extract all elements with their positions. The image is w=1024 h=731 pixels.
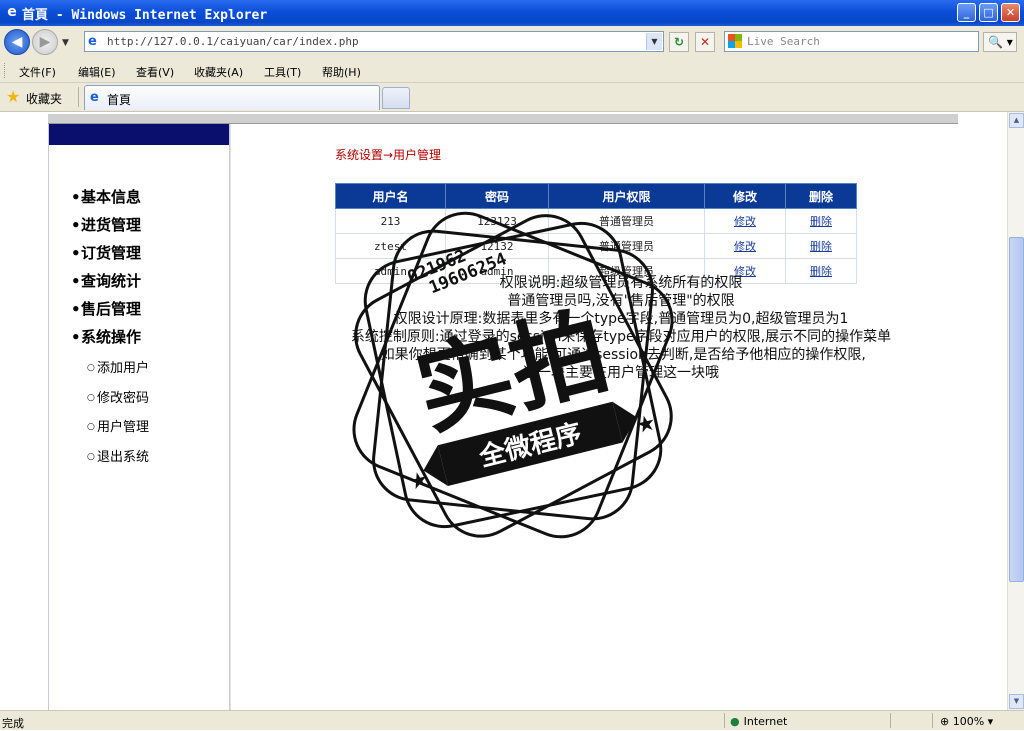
url-dropdown-icon[interactable]: ▼ <box>646 33 662 50</box>
edit-link[interactable]: 修改 <box>734 215 756 228</box>
menu-help[interactable]: 帮助(H) <box>322 64 361 80</box>
window-title: 首頁 - Windows Internet Explorer <box>22 8 268 23</box>
menu-bar: 文件(F) 编辑(E) 查看(V) 收藏夹(A) 工具(T) 帮助(H) <box>0 60 1024 83</box>
url-field[interactable]: e http://127.0.0.1/caiyuan/car/index.php… <box>84 31 664 52</box>
col-delete: 删除 <box>785 183 857 209</box>
note-line: 普通管理员吗,没有"售后管理"的权限 <box>507 293 735 309</box>
cell-username: 213 <box>335 208 446 234</box>
col-edit: 修改 <box>704 183 786 209</box>
menu-file[interactable]: 文件(F) <box>19 64 56 80</box>
menu-view[interactable]: 查看(V) <box>136 64 174 80</box>
permission-notes: 权限说明:超级管理员有系统所有的权限 普通管理员吗,没有"售后管理"的权限 权限… <box>271 274 971 382</box>
zoom-control[interactable]: ⊕ 100% ▾ <box>940 715 993 728</box>
security-zone: ● Internet <box>730 715 788 728</box>
sidebar-item-after-sales[interactable]: •售后管理 <box>71 298 141 319</box>
sidebar-item-purchasing[interactable]: •进货管理 <box>71 214 141 235</box>
vertical-scrollbar[interactable]: ▲ ▼ <box>1007 112 1024 710</box>
delete-link[interactable]: 删除 <box>810 215 832 228</box>
cell-password: 123123 <box>445 208 549 234</box>
stop-icon[interactable]: ✕ <box>695 32 715 52</box>
note-line: 权限设计原理:数据表里多有一个type字段,普通管理员为0,超级管理员为1 <box>393 311 849 327</box>
page-header-strip <box>48 114 958 124</box>
scroll-down-icon[interactable]: ▼ <box>1009 694 1024 709</box>
note-line: 权限说明:超级管理员有系统所有的权限 <box>499 275 743 291</box>
globe-icon: ● <box>730 715 740 728</box>
maximize-button[interactable]: □ <box>979 3 998 22</box>
zoom-icon: ⊕ <box>940 715 953 728</box>
search-placeholder: Live Search <box>747 35 820 48</box>
note-line: ,如果你想更精确到某个功能,可通过session去判断,是否给予他相应的操作权限… <box>376 347 866 363</box>
favorites-star-icon[interactable]: ★ <box>6 87 20 106</box>
url-text: http://127.0.0.1/caiyuan/car/index.php <box>107 35 359 48</box>
search-button[interactable]: 🔍 ▾ <box>983 32 1017 52</box>
sidebar: •基本信息 •进货管理 •订货管理 •查询统计 •售后管理 •系统操作 ○ 添加用… <box>48 124 230 710</box>
toolbar-grip[interactable] <box>4 63 8 78</box>
search-input[interactable]: Live Search <box>724 31 979 52</box>
title-bar: e 首頁 - Windows Internet Explorer _ □ ✕ <box>0 0 1024 26</box>
cell-role: 普通管理员 <box>548 233 705 259</box>
sidebar-item-basic-info[interactable]: •基本信息 <box>71 186 141 207</box>
menu-edit[interactable]: 编辑(E) <box>78 64 116 80</box>
breadcrumb: 系统设置→用户管理 <box>335 148 442 162</box>
favorites-button[interactable]: 收藏夹 <box>26 90 62 107</box>
col-password: 密码 <box>445 183 549 209</box>
menu-tools[interactable]: 工具(T) <box>264 64 301 80</box>
page-icon: e <box>88 34 97 49</box>
sidebar-header <box>49 124 229 145</box>
tab-home[interactable]: e 首頁 <box>84 85 380 110</box>
delete-link[interactable]: 删除 <box>810 240 832 253</box>
table-row: 213 123123 普通管理员 修改 删除 <box>335 208 857 234</box>
note-line: 系统控制原则:通过登录的session来保存type字段对应用户的权限,展示不同… <box>350 329 892 345</box>
scroll-up-icon[interactable]: ▲ <box>1009 113 1024 128</box>
sidebar-subitem-change-password[interactable]: ○ 修改密码 <box>87 387 149 406</box>
address-toolbar: ◀ ▶ ▼ e http://127.0.0.1/caiyuan/car/ind… <box>0 26 1024 61</box>
scroll-thumb[interactable] <box>1009 237 1024 582</box>
main-content: 系统设置→用户管理 用户名 密码 用户权限 修改 删除 213 123123 普… <box>230 124 1007 710</box>
sidebar-item-orders[interactable]: •订货管理 <box>71 242 141 263</box>
sidebar-subitem-user-management[interactable]: ○ 用户管理 <box>87 416 149 435</box>
tabs-bar: ★ 收藏夹 e 首頁 <box>0 83 1024 112</box>
minimize-button[interactable]: _ <box>957 3 976 22</box>
col-role: 用户权限 <box>548 183 705 209</box>
sidebar-item-system[interactable]: •系统操作 <box>71 326 141 347</box>
sidebar-subitem-logout[interactable]: ○ 退出系统 <box>87 446 149 465</box>
forward-button[interactable]: ▶ <box>32 29 58 55</box>
back-button[interactable]: ◀ <box>4 29 30 55</box>
page-viewport: •基本信息 •进货管理 •订货管理 •查询统计 •售后管理 •系统操作 ○ 添加用… <box>0 112 1007 710</box>
close-button[interactable]: ✕ <box>1001 3 1020 22</box>
note-line: 这一块主要在用户管理这一块哦 <box>523 365 719 381</box>
sidebar-item-statistics[interactable]: •查询统计 <box>71 270 141 291</box>
cell-username: ztest <box>335 233 446 259</box>
status-bar: 完成 ● Internet ⊕ 100% ▾ <box>0 710 1024 730</box>
sidebar-subitem-add-user[interactable]: ○ 添加用户 <box>87 357 149 376</box>
tab-label: 首頁 <box>107 93 132 107</box>
cell-role: 普通管理员 <box>548 208 705 234</box>
refresh-icon[interactable]: ↻ <box>669 32 689 52</box>
menu-favorites[interactable]: 收藏夹(A) <box>194 64 243 80</box>
page-icon: e <box>90 90 99 105</box>
table-row: ztest 12132 普通管理员 修改 删除 <box>335 233 857 259</box>
col-username: 用户名 <box>335 183 446 209</box>
history-dropdown-icon[interactable]: ▼ <box>62 38 69 48</box>
edit-link[interactable]: 修改 <box>734 240 756 253</box>
magnifier-icon: 🔍 <box>988 35 1003 49</box>
ie-logo-icon: e <box>7 4 17 20</box>
new-tab-button[interactable] <box>382 87 410 109</box>
